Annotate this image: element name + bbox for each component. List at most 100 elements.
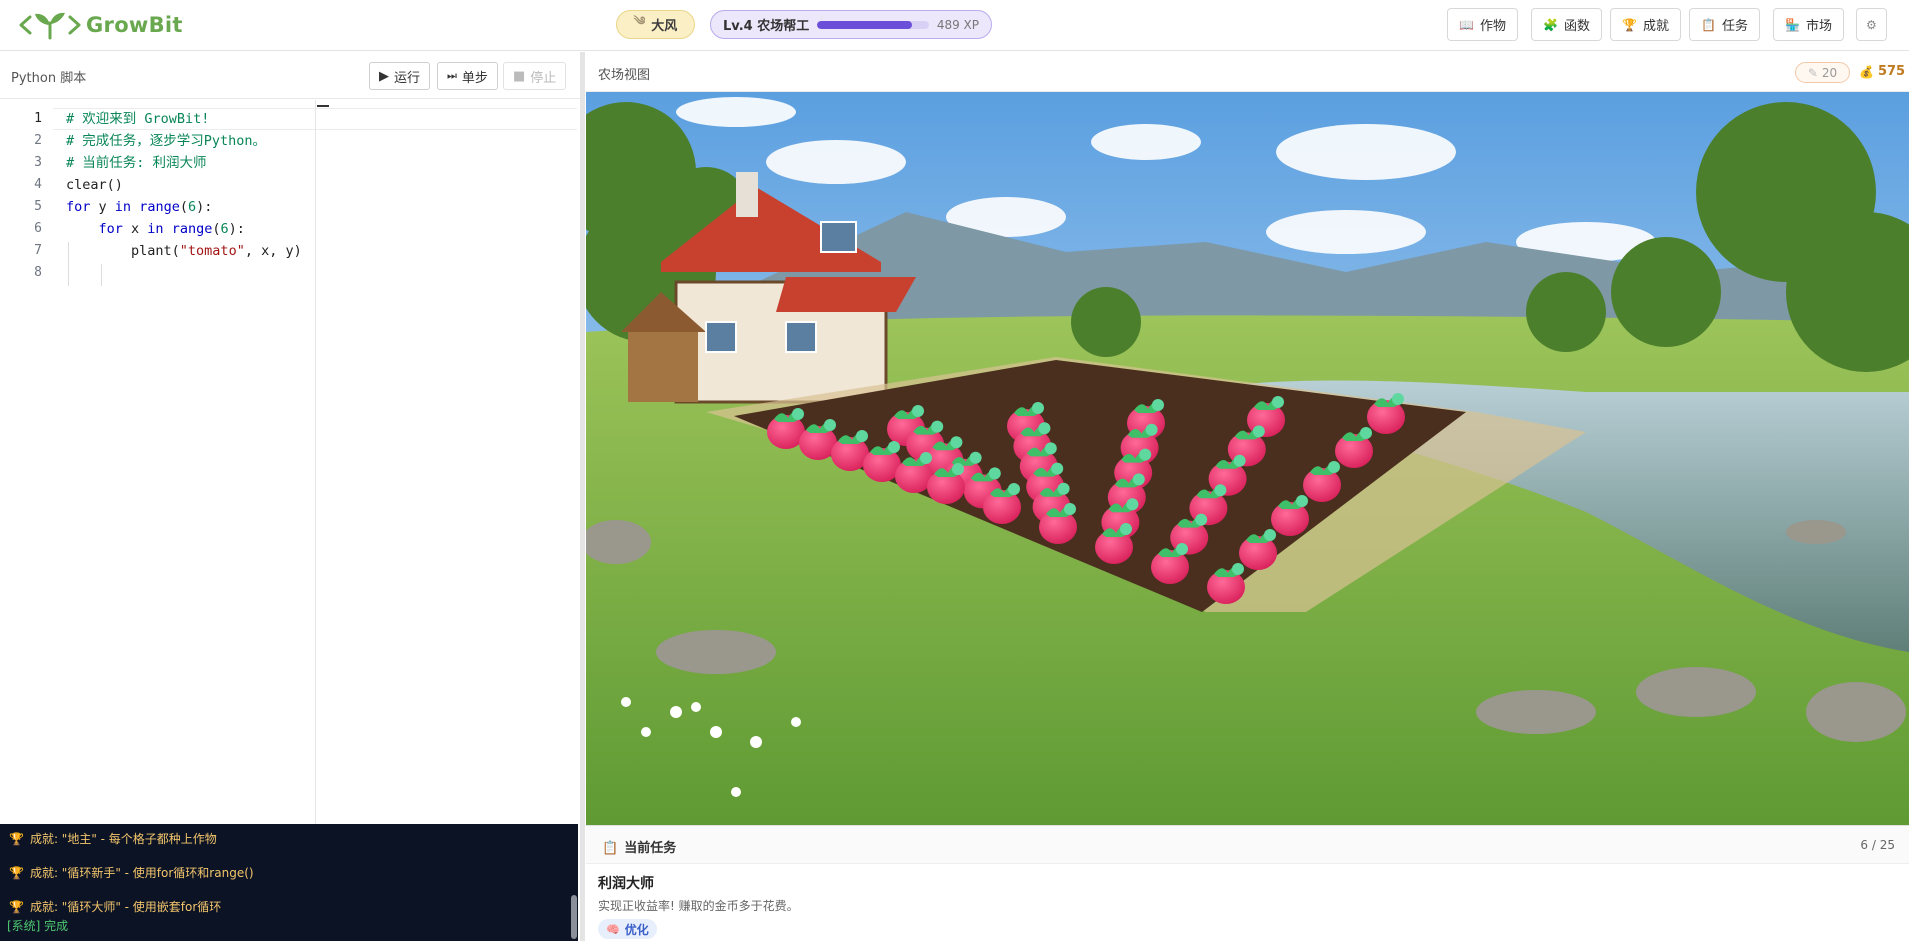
market-icon: 🏪 [1785, 17, 1800, 32]
editor-toolbar: Python 脚本 ▶ 运行 ⏭ 单步 ■ 停止 [0, 52, 580, 99]
task-name: 利润大师 [598, 876, 654, 892]
task-header: 📋 当前任务 6 / 25 [586, 826, 1909, 864]
task-heading-label: 当前任务 [624, 841, 677, 856]
console-line: 🏆 成就: "循环大师" - 使用嵌套for循环 [9, 898, 221, 915]
code-token: # 当前任务: 利润大师 [66, 155, 207, 171]
book-icon: 📖 [1459, 17, 1474, 32]
line-number: 7 [34, 243, 42, 258]
code-token: range [171, 221, 213, 237]
trophy-icon: 🏆 [9, 900, 24, 914]
code-token: 6 [220, 221, 229, 237]
code-token: plant( [66, 243, 180, 259]
weather-badge[interactable]: ༄ 大风 [616, 10, 695, 39]
code-line[interactable]: clear() [66, 174, 302, 196]
run-label: 运行 [394, 70, 421, 86]
app-logo[interactable]: GrowBit [18, 9, 183, 41]
console-line: 🏆 成就: "循环新手" - 使用for循环和range() [9, 864, 254, 881]
code-token: for [66, 199, 91, 215]
trophy-icon: 🏆 [9, 866, 24, 880]
task-tag[interactable]: 🧠 优化 [598, 919, 657, 939]
energy-icon: ✎ [1807, 65, 1818, 80]
play-icon: ▶ [379, 68, 389, 84]
code-token: "tomato" [179, 243, 245, 259]
line-number: 8 [34, 265, 42, 280]
code-token: y [90, 199, 115, 215]
nav-crops-button[interactable]: 📖 作物 [1447, 8, 1518, 41]
nav-tasks-label: 任务 [1721, 19, 1748, 34]
task-tag-label: 优化 [624, 922, 649, 937]
nav-tasks-button[interactable]: 📋 任务 [1689, 8, 1760, 41]
console-scrollbar[interactable] [571, 895, 577, 939]
top-bar: GrowBit ༄ 大风 Lv.4 农场帮工 489 XP 📖 作物 🧩 函数 … [0, 0, 1909, 51]
code-token: 6 [187, 199, 197, 215]
gear-icon: ⚙ [1866, 17, 1877, 32]
code-line[interactable] [66, 262, 302, 284]
nav-achievements-button[interactable]: 🏆 成就 [1610, 8, 1681, 41]
code-line[interactable]: for x in range(6): [66, 218, 302, 240]
sprout-logo-icon [19, 12, 81, 40]
xp-progress-bar [817, 20, 929, 29]
code-token: # 完成任务，逐步学习Python。 [66, 133, 267, 149]
console-line-text: 成就: "循环新手" - 使用for循环和range() [29, 866, 254, 880]
gold-counter: 💰 575 [1859, 64, 1905, 79]
xp-value: 489 XP [936, 17, 979, 32]
run-button[interactable]: ▶ 运行 [369, 62, 431, 90]
output-console[interactable]: 🏆 成就: "地主" - 每个格子都种上作物 🏆 成就: "循环新手" - 使用fo… [0, 824, 578, 941]
nav-market-label: 市场 [1805, 19, 1832, 34]
settings-button[interactable]: ⚙ [1856, 8, 1887, 41]
code-token: ( [179, 199, 188, 215]
code-token: in [147, 221, 164, 237]
task-panel: 📋 当前任务 6 / 25 利润大师 实现正收益率! 赚取的金币多于花费。 🧠 优… [586, 825, 1909, 941]
line-number: 1 [34, 111, 42, 126]
stop-label: 停止 [530, 70, 557, 86]
code-lines[interactable]: # 欢迎来到 GrowBit! # 完成任务，逐步学习Python。 # 当前任务:… [66, 108, 302, 284]
level-badge[interactable]: Lv.4 农场帮工 489 XP [710, 10, 992, 39]
editor-column-divider [315, 100, 316, 824]
code-line[interactable]: for y in range(6): [66, 196, 302, 218]
farm-scene[interactable] [586, 92, 1909, 825]
farm-title: 农场视图 [598, 68, 651, 83]
code-line[interactable]: # 当前任务: 利润大师 [66, 152, 302, 174]
task-heading: 📋 当前任务 [602, 837, 676, 856]
step-icon: ⏭ [447, 69, 457, 82]
energy-badge: ✎ 20 [1795, 62, 1850, 83]
level-label: Lv.4 农场帮工 [723, 19, 810, 34]
code-line[interactable]: plant("tomato", x, y) [66, 240, 302, 262]
editor-title: Python 脚本 [11, 71, 87, 86]
code-line[interactable]: # 欢迎来到 GrowBit! [66, 108, 302, 130]
console-line-text: 成就: "循环大师" - 使用嵌套for循环 [29, 900, 222, 914]
task-progress: 6 / 25 [1860, 838, 1895, 852]
line-number: 2 [34, 133, 42, 148]
stop-button[interactable]: ■ 停止 [503, 62, 567, 90]
line-number: 3 [34, 155, 42, 170]
task-description: 实现正收益率! 赚取的金币多于花费。 [598, 899, 799, 913]
panel-resize-handle[interactable] [580, 52, 585, 941]
code-line[interactable]: # 完成任务，逐步学习Python。 [66, 130, 302, 152]
console-line: 🏆 成就: "地主" - 每个格子都种上作物 [9, 830, 217, 847]
text-cursor [317, 105, 329, 107]
code-token: ): [228, 221, 245, 237]
app-name: GrowBit [86, 13, 183, 37]
trophy-icon: 🏆 [9, 832, 24, 846]
xp-progress-fill [817, 20, 913, 29]
stop-icon: ■ [513, 68, 526, 84]
energy-value: 20 [1821, 65, 1838, 80]
line-number: 6 [34, 221, 42, 236]
wind-icon: ༄ [633, 13, 646, 28]
nav-functions-label: 函数 [1563, 19, 1590, 34]
step-button[interactable]: ⏭ 单步 [437, 62, 498, 90]
line-number: 4 [34, 177, 42, 192]
code-token: for [98, 221, 123, 237]
code-token: in [114, 199, 132, 215]
console-line-text: 成就: "地主" - 每个格子都种上作物 [29, 832, 217, 846]
code-token: , x, y) [244, 243, 302, 259]
console-line-text: [系统] 完成 [7, 919, 69, 933]
nav-market-button[interactable]: 🏪 市场 [1773, 8, 1844, 41]
weather-label: 大风 [651, 19, 678, 34]
code-token: range [139, 199, 180, 215]
clipboard-icon: 📋 [602, 841, 619, 856]
nav-functions-button[interactable]: 🧩 函数 [1531, 8, 1602, 41]
code-token: # 欢迎来到 GrowBit! [66, 111, 210, 127]
